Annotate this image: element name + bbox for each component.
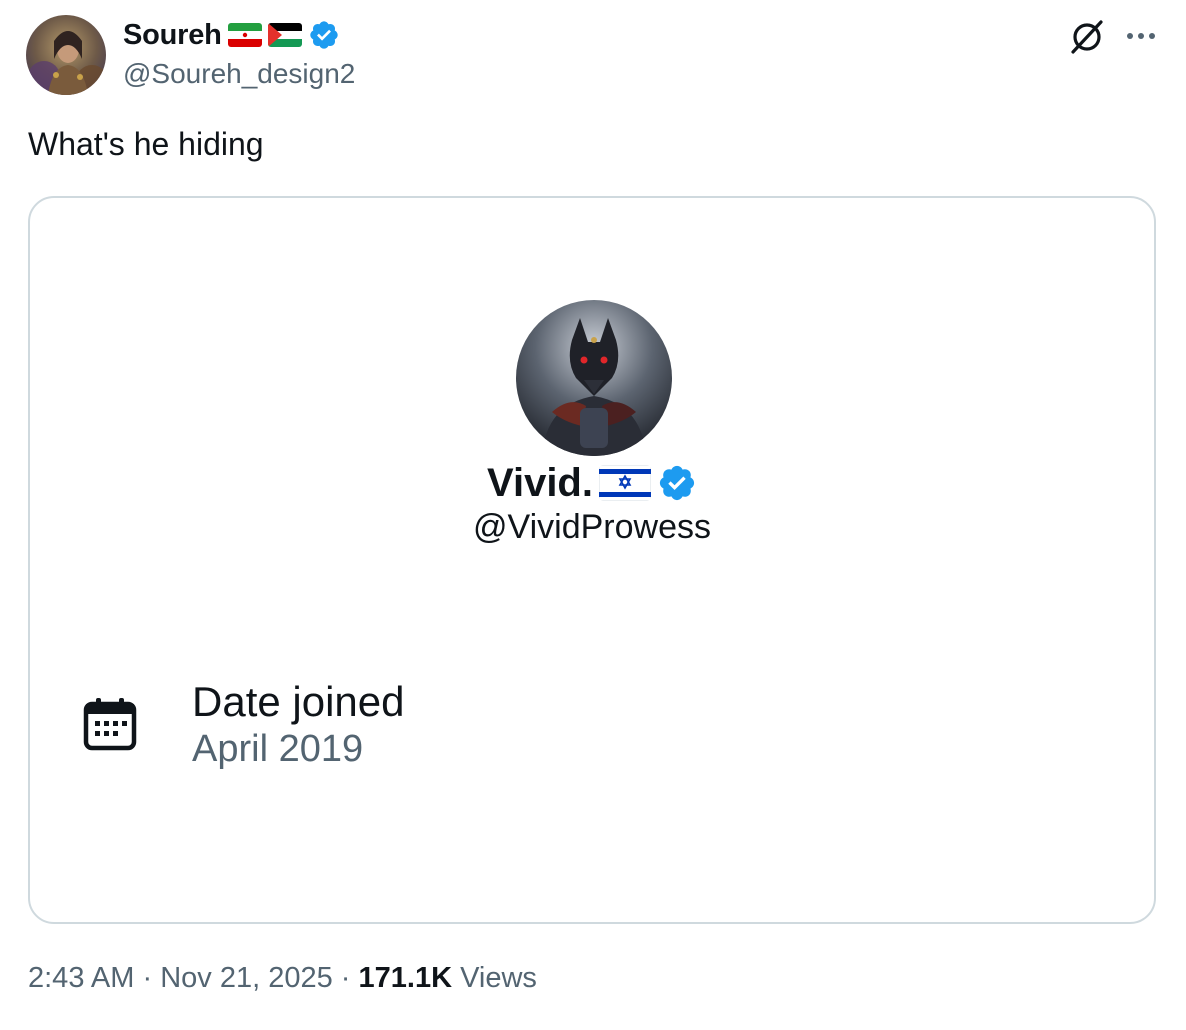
iran-flag-icon (227, 23, 262, 47)
card-name-row: Vivid. (30, 458, 1154, 508)
meta-separator: · (340, 962, 351, 994)
more-options-icon[interactable] (1122, 24, 1160, 48)
date-joined-value: April 2019 (192, 728, 364, 770)
israel-flag-icon (598, 465, 651, 501)
card-verified-badge-icon (657, 463, 697, 503)
card-handle: @VividProwess (473, 508, 711, 546)
tweet-meta: 2:43 AM · Nov 21, 2025 · 171.1K Views (28, 962, 537, 995)
grok-icon[interactable] (1068, 18, 1106, 56)
card-avatar (516, 300, 672, 456)
calendar-icon (82, 696, 138, 752)
palestine-flag-icon (267, 23, 302, 47)
views-count: 171.1K (358, 962, 453, 994)
tweet-text: What's he hiding (28, 126, 264, 162)
card-display-name: Vivid. (487, 460, 593, 505)
embedded-profile-card[interactable]: Vivid. @VividProwess Date joined April 2… (28, 196, 1156, 924)
tweet-time[interactable]: 2:43 AM (28, 962, 134, 994)
author-name-row: Soureh (123, 16, 340, 54)
author-handle[interactable]: @Soureh_design2 (123, 58, 355, 90)
meta-separator: · (142, 962, 153, 994)
views-label: Views (460, 962, 537, 994)
tweet-date[interactable]: Nov 21, 2025 (160, 962, 333, 994)
author-avatar[interactable] (26, 15, 106, 95)
author-display-name[interactable]: Soureh (123, 19, 222, 52)
verified-badge-icon[interactable] (308, 19, 340, 51)
date-joined-label: Date joined (192, 678, 405, 725)
